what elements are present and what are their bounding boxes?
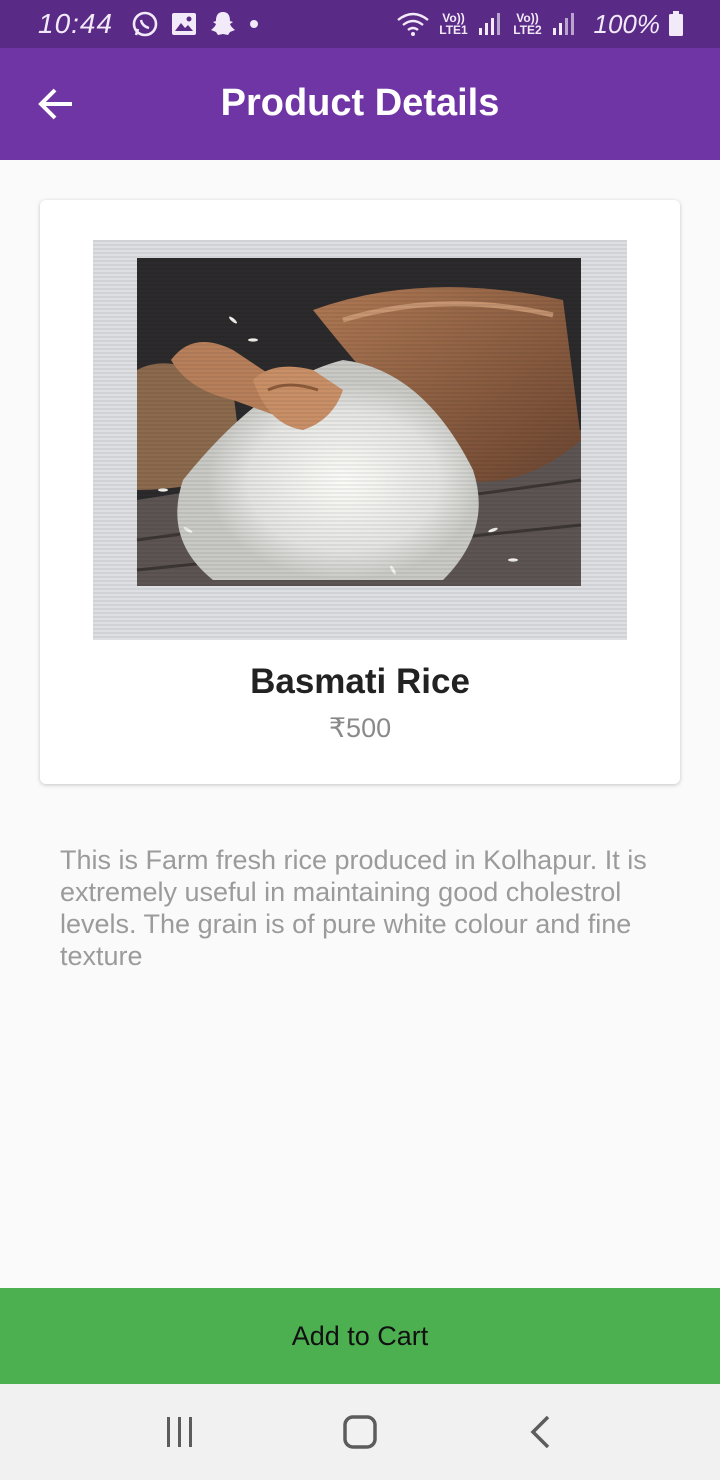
wifi-icon <box>396 11 430 37</box>
system-back-button[interactable] <box>495 1387 585 1477</box>
product-price: ₹500 <box>328 713 392 743</box>
snapchat-icon <box>209 10 237 38</box>
back-icon <box>530 1415 550 1449</box>
battery-icon <box>668 11 684 37</box>
recent-apps-icon <box>167 1417 192 1447</box>
network-2-label: Vo)) LTE2 <box>513 11 542 37</box>
gallery-icon <box>171 12 197 36</box>
add-to-cart-button[interactable]: Add to Cart <box>0 1288 720 1384</box>
home-icon <box>343 1415 377 1449</box>
whatsapp-icon <box>131 10 159 38</box>
product-description: This is Farm fresh rice produced in Kolh… <box>60 845 647 971</box>
status-time: 10:44 <box>38 8 114 39</box>
battery-percent: 100% <box>593 8 661 39</box>
product-image[interactable] <box>93 240 627 640</box>
status-notification-icons <box>131 10 259 38</box>
product-name: Basmati Rice <box>250 662 470 701</box>
signal-icon <box>478 12 504 36</box>
notification-dot-icon <box>249 19 259 29</box>
home-button[interactable] <box>315 1387 405 1477</box>
network-1-label: Vo)) LTE1 <box>439 11 468 37</box>
product-details-screen: 10:44 Vo)) LTE1 Vo)) LTE2 100% Product D… <box>0 0 720 1480</box>
recent-apps-button[interactable] <box>135 1387 225 1477</box>
status-system-icons: Vo)) LTE1 Vo)) LTE2 100% <box>396 9 685 40</box>
page-title: Product Details <box>220 82 500 124</box>
signal-icon <box>552 12 578 36</box>
app-bar: Product Details <box>0 48 720 160</box>
status-bar: 10:44 Vo)) LTE1 Vo)) LTE2 100% <box>0 0 720 48</box>
system-nav-bar <box>0 1384 720 1480</box>
